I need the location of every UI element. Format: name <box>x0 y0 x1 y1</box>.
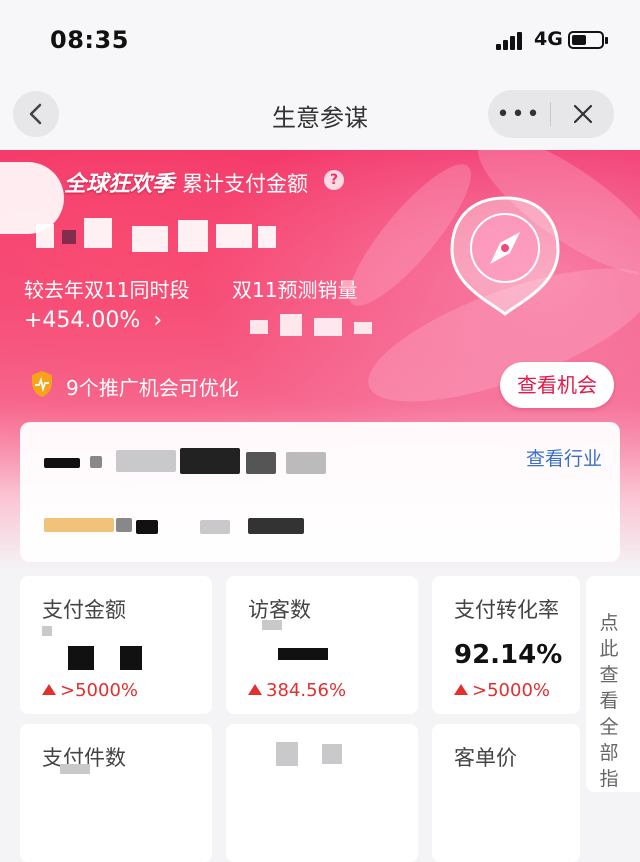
masked-text <box>276 742 298 766</box>
masked-text <box>116 450 176 472</box>
chevron-right-icon: › <box>153 308 163 333</box>
view-industry-link[interactable]: 查看行业 <box>526 444 602 471</box>
close-button[interactable] <box>551 90 614 138</box>
masked-text <box>90 456 102 468</box>
metric-card-unit-price[interactable]: 客单价 <box>432 724 580 862</box>
metric-label: 客单价 <box>454 746 517 770</box>
metric-card-conversion-rate[interactable]: 支付转化率 92.14% >5000% <box>432 576 580 714</box>
metric-card-payment-amount[interactable]: 支付金额 >5000% <box>20 576 212 714</box>
masked-value <box>120 646 142 670</box>
compass-icon <box>450 196 560 316</box>
more-button[interactable]: ••• <box>488 90 550 138</box>
view-all-metrics-tip[interactable]: 点此查看全部指 <box>594 610 624 792</box>
help-icon[interactable]: ? <box>324 170 344 190</box>
status-bar: 08:35 4G <box>0 0 640 82</box>
nav-bar: 生意参谋 ••• <box>0 82 640 150</box>
metric-change: 384.56% <box>248 680 346 701</box>
opportunity-row: 9个推广机会可优化 查看机会 <box>0 358 640 414</box>
masked-text <box>44 458 80 468</box>
signal-icon <box>496 32 526 50</box>
masked-text <box>286 452 326 474</box>
masked-text <box>322 744 342 764</box>
masked-text <box>200 520 230 534</box>
close-icon <box>573 104 592 124</box>
metric-label: 支付转化率 <box>454 598 559 622</box>
battery-icon <box>568 31 608 49</box>
masked-text <box>60 764 90 774</box>
metric-change: >5000% <box>42 680 138 701</box>
masked-text <box>262 620 282 630</box>
total-payment-value-masked <box>36 210 286 256</box>
metric-card-visitors[interactable]: 访客数 384.56% <box>226 576 418 714</box>
total-payment-label: 累计支付金额 <box>182 172 308 196</box>
metric-card-masked[interactable] <box>226 724 418 862</box>
masked-value <box>278 648 328 660</box>
masked-text <box>136 520 158 534</box>
mini-program-capsule: ••• <box>488 90 614 138</box>
forecast-value-masked <box>250 310 380 340</box>
masked-text <box>180 448 240 474</box>
shield-icon <box>32 371 52 397</box>
metric-value: 92.14% <box>454 640 563 670</box>
compare-label: 较去年双11同时段 <box>24 278 190 302</box>
masked-text <box>116 518 132 532</box>
masked-value <box>68 646 94 670</box>
arrow-up-icon <box>454 684 468 695</box>
promo-title: 全球狂欢季 <box>64 172 175 197</box>
status-time: 08:35 <box>50 26 129 54</box>
forecast-label: 双11预测销量 <box>232 278 358 302</box>
masked-text <box>44 518 114 532</box>
masked-text <box>42 626 52 636</box>
metric-card-payment-items[interactable]: 支付件数 <box>20 724 212 862</box>
metric-label: 支付金额 <box>42 598 126 622</box>
metric-change: >5000% <box>454 680 550 701</box>
growth-value: +454.00% <box>24 308 141 333</box>
arrow-up-icon <box>42 684 56 695</box>
masked-text <box>246 452 276 474</box>
network-type: 4G <box>534 28 563 50</box>
masked-text <box>248 518 304 534</box>
opportunity-text: 9个推广机会可优化 <box>66 376 239 400</box>
arrow-up-icon <box>248 684 262 695</box>
growth-link[interactable]: +454.00% › <box>24 308 162 333</box>
industry-card: 查看行业 <box>20 422 620 562</box>
view-opportunity-button[interactable]: 查看机会 <box>500 362 614 408</box>
